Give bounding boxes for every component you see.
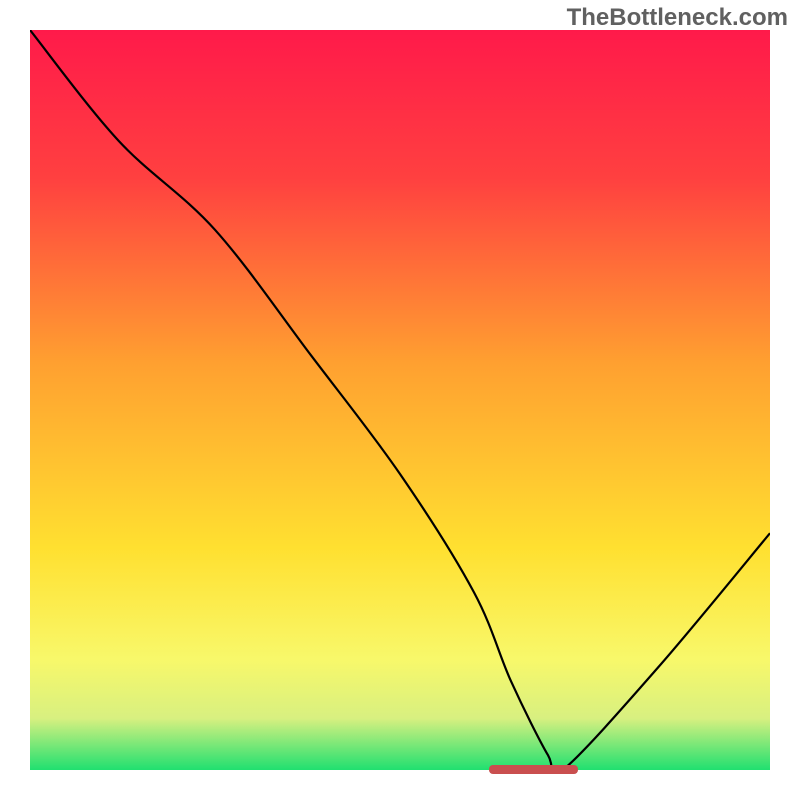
bottleneck-curve — [30, 30, 770, 770]
chart-plot-area — [30, 30, 770, 770]
optimal-range-marker — [489, 765, 578, 774]
watermark-text: TheBottleneck.com — [567, 4, 788, 32]
